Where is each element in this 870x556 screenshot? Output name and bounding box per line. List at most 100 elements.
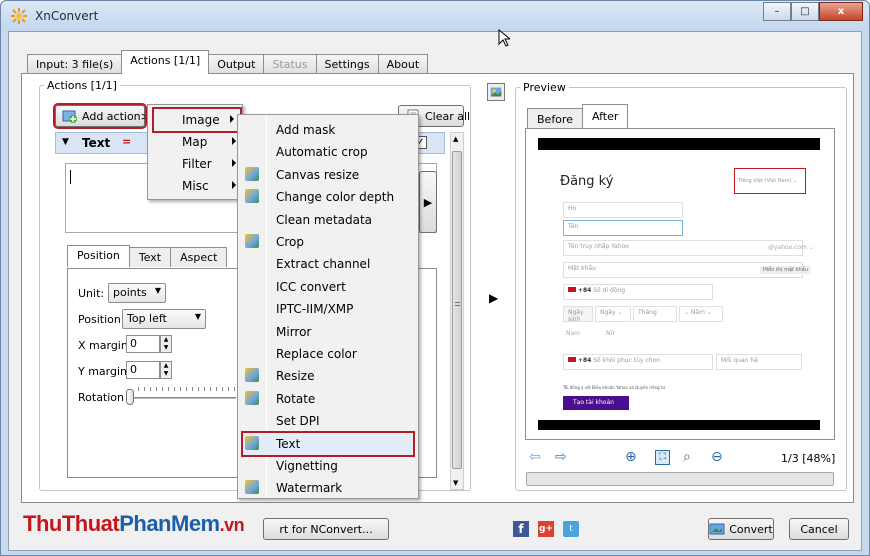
text-subtabs: Position Text Aspect [67,245,228,267]
field-yahoo-name: Tên truy nhập Yahoo [563,240,803,256]
submenu-label: Add mask [276,123,336,137]
maximize-button[interactable]: □ [791,2,819,21]
ymargin-input[interactable]: 0 [126,361,160,379]
tab-status[interactable]: Status [263,54,317,74]
tab-about[interactable]: About [377,54,429,74]
crop-icon [245,234,259,248]
xmargin-label: X margin [78,339,128,352]
convert-button[interactable]: Convert [708,518,774,540]
tab-before[interactable]: Before [527,108,583,128]
subtab-aspect[interactable]: Aspect [170,247,228,267]
submenu-item-canvas-resize[interactable]: Canvas resize [238,164,418,186]
logo-part2: PhanMem [119,511,220,536]
scroll-up-icon[interactable]: ▲ [453,135,458,143]
scroll-thumb[interactable] [452,151,462,469]
close-button[interactable]: x [819,2,863,21]
menu-item-image[interactable]: Image [152,107,242,133]
chevron-down-icon: ▼ [154,286,161,295]
field-ten: Tên [563,220,683,236]
unit-label: Unit: [78,287,105,300]
minimize-button[interactable]: – [763,2,791,21]
grip-icon [455,302,460,306]
submenu-label: Vignetting [276,459,338,473]
menu-item-misc-label: Misc [182,179,209,193]
export-nconvert-button[interactable]: rt for NConvert... [263,518,389,540]
submenu-item-set-dpi[interactable]: Set DPI [238,410,418,432]
preview-toggle-icon[interactable] [487,83,505,101]
menu-item-map[interactable]: Map [148,131,242,153]
ymargin-stepper[interactable]: ▲ ▼ [160,361,172,379]
birth-month: Tháng [633,306,677,322]
submenu-item-add-mask[interactable]: Add mask [238,119,418,141]
preview-toolbar: ⇦ ⇨ ⊕ ⛶ ⌕ ⊖ 1/3 [48%] [527,449,837,469]
submenu-item-crop[interactable]: Crop [238,231,418,253]
submenu-label: Resize [276,369,315,384]
text-action-title: Text [82,136,111,150]
remove-action-icon[interactable]: = [122,135,131,148]
submenu-item-iptc-iim-xmp[interactable]: IPTC-IIM/XMP [238,298,418,320]
submenu-item-automatic-crop[interactable]: Automatic crop [238,141,418,163]
fit-icon[interactable]: ⛶ [655,450,670,465]
tab-actions[interactable]: Actions [1/1] [121,50,210,74]
xmargin-input[interactable]: 0 [126,335,160,353]
submenu-label: Text [276,436,301,451]
tab-output[interactable]: Output [208,54,265,74]
actions-scrollbar[interactable]: ▲ ▼ [450,132,464,490]
submenu-item-vignetting[interactable]: Vignetting [238,455,418,477]
zoom-actual-icon[interactable]: ⌕ [683,449,691,465]
zoom-in-icon[interactable]: ⊕ [625,449,637,465]
next-icon[interactable]: ⇨ [555,449,567,465]
menu-item-filter[interactable]: Filter [148,153,242,175]
submenu-item-mirror[interactable]: Mirror [238,321,418,343]
yahoo-domain: @yahoo.com ⌄ [768,244,814,251]
add-action-button[interactable]: Add action> [53,103,150,129]
unit-select[interactable]: points ▼ [108,283,166,303]
terms-text: Tôi đồng ý với Điều khoản Yahoo và Quyền… [563,385,666,390]
apply-preview-arrow-icon[interactable]: ▶ [489,291,498,305]
tab-settings[interactable]: Settings [315,54,379,74]
text-options-button[interactable]: ▶ [419,171,437,233]
logo-part3: .vn [219,515,245,535]
submenu-item-rotate[interactable]: Rotate [238,388,418,410]
xmargin-stepper[interactable]: ▲ ▼ [160,335,172,353]
phone-code: +84 [577,287,592,294]
app-window: XnConvert – □ x Input: 3 file(s) Actions… [0,0,870,556]
menu-item-image-label: Image [182,113,220,127]
tab-input[interactable]: Input: 3 file(s) [27,54,123,74]
zoom-out-icon[interactable]: ⊖ [711,449,723,465]
birth-label: Ngày sinh [563,306,593,323]
tab-after[interactable]: After [581,104,629,128]
chevron-down-icon: ▼ [194,312,201,321]
submenu-item-change-color-depth[interactable]: Change color depth [238,186,418,208]
collapse-triangle-icon[interactable]: ▼ [62,137,69,147]
birth-day: Ngày ⌄ [595,306,631,322]
unit-value: points [113,286,147,299]
scroll-down-icon[interactable]: ▼ [453,479,458,487]
previous-icon[interactable]: ⇦ [529,449,541,465]
position-select[interactable]: Top left ▼ [122,309,206,329]
submenu-item-replace-color[interactable]: Replace color [238,343,418,365]
google-plus-icon[interactable]: g+ [538,521,554,537]
preview-scrollbar[interactable] [526,472,834,486]
submenu-item-watermark[interactable]: Watermark [238,477,418,499]
rotation-slider-track[interactable] [126,397,236,399]
title-bar: XnConvert – □ x [1,1,869,31]
menu-item-misc[interactable]: Misc [148,175,242,197]
cancel-button[interactable]: Cancel [789,518,849,540]
submenu-item-clean-metadata[interactable]: Clean metadata [238,209,418,231]
submenu-item-resize[interactable]: Resize [238,365,418,387]
show-password: Hiển thị mật khẩu [760,266,811,274]
submenu-item-text[interactable]: Text [241,430,415,457]
menu-item-filter-label: Filter [182,157,212,171]
subtab-position[interactable]: Position [67,245,130,267]
submenu-item-extract-channel[interactable]: Extract channel [238,253,418,275]
rotation-slider-handle[interactable] [126,389,134,405]
twitter-icon[interactable]: t [563,521,579,537]
main-tabs: Input: 3 file(s) Actions [1/1] Output St… [27,50,429,74]
subtab-text[interactable]: Text [128,247,172,267]
submenu-item-icc-convert[interactable]: ICC convert [238,276,418,298]
submenu-arrow-icon [232,181,236,189]
convert-icon [709,523,725,535]
mouse-cursor-icon [498,29,510,47]
facebook-icon[interactable]: f [513,521,529,537]
